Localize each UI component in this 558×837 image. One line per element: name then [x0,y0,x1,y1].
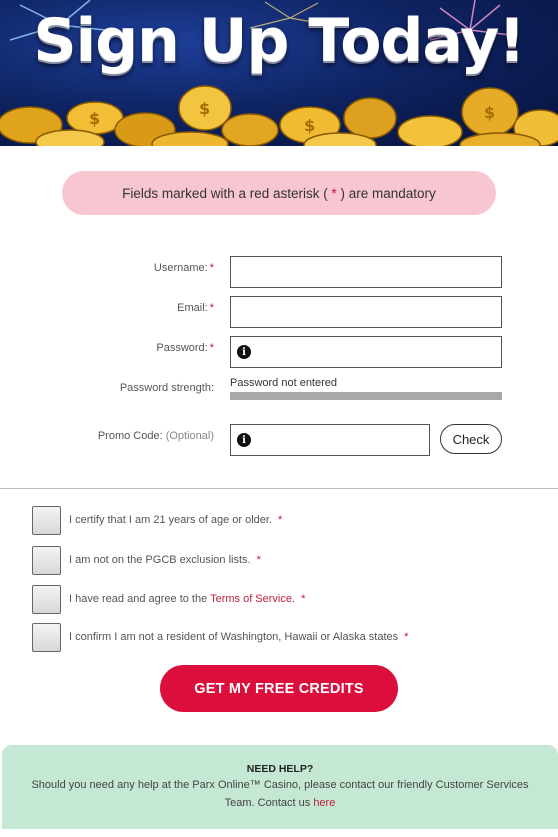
svg-text:$: $ [89,109,100,128]
terms-consent-row: I have read and agree to the Terms of Se… [32,584,305,614]
exclusion-consent-checkbox[interactable] [32,545,61,575]
required-asterisk: * [404,631,409,643]
required-asterisk: * [256,554,261,566]
help-panel: NEED HELP? Should you need any help at t… [2,745,558,829]
promo-label-text: Promo Code: [97,430,163,442]
required-asterisk: * [209,302,214,314]
password-strength-bar [230,392,502,400]
contact-us-link[interactable]: here [313,797,335,809]
promo-optional-text: (Optional) [165,430,214,442]
checkbox-label: I certify that I am 21 years of age or o… [69,514,282,526]
checkbox-text: I certify that I am 21 years of age or o… [69,514,272,526]
username-label: Username: * [154,262,214,274]
email-label-text: Email: [177,302,208,314]
help-text: Should you need any help at the Parx Onl… [2,776,558,812]
exclusion-consent-row: I am not on the PGCB exclusion lists. * [32,545,261,575]
checkbox-text: I am not on the PGCB exclusion lists. [69,554,251,566]
help-title: NEED HELP? [246,763,314,775]
signup-banner: $ $ $ $ Sign Up Today! [0,0,558,146]
promo-code-label: Promo Code: (Optional) [98,430,214,442]
checkbox-text: I have read and agree to the [69,593,211,605]
age-consent-row: I certify that I am 21 years of age or o… [32,505,282,535]
svg-text:$: $ [304,116,315,135]
password-strength-status: Password not entered [230,377,338,389]
password-input[interactable]: i [230,336,502,368]
terms-consent-checkbox[interactable] [32,584,61,614]
age-consent-checkbox[interactable] [32,505,61,535]
svg-text:$: $ [199,99,210,118]
checkbox-text-end: . [292,593,296,605]
password-label-text: Password: [156,342,208,354]
promo-code-input[interactable]: i [230,424,430,456]
check-promo-button[interactable]: Check [440,424,502,454]
required-asterisk: * [209,342,214,354]
get-free-credits-button[interactable]: GET MY FREE CREDITS [160,665,398,712]
password-strength-label: Password strength: [119,382,214,394]
info-icon[interactable]: i [237,345,251,359]
notice-prefix: Fields marked with a red asterisk ( [122,185,332,201]
password-label: Password: * [156,342,214,354]
info-icon[interactable]: i [237,433,251,447]
checkbox-label: I am not on the PGCB exclusion lists. * [69,554,261,566]
section-divider [0,488,558,489]
required-asterisk: * [278,514,283,526]
terms-of-service-link[interactable]: Terms of Service [210,593,292,605]
residency-consent-checkbox[interactable] [32,622,61,652]
notice-suffix: ) are mandatory [336,185,436,201]
svg-text:$: $ [484,103,495,122]
checkbox-text: I confirm I am not a resident of Washing… [69,631,399,643]
page-title: Sign Up Today! [33,6,525,76]
username-input[interactable] [230,256,502,288]
required-asterisk: * [301,593,306,605]
help-body-text: Should you need any help at the Parx Onl… [31,779,529,809]
checkbox-label: I have read and agree to the Terms of Se… [69,593,305,605]
username-label-text: Username: [153,262,208,274]
residency-consent-row: I confirm I am not a resident of Washing… [32,622,408,652]
email-input[interactable] [230,296,502,328]
email-label: Email: * [177,302,214,314]
required-asterisk: * [209,262,214,274]
checkbox-label: I confirm I am not a resident of Washing… [69,631,408,643]
mandatory-notice: Fields marked with a red asterisk ( * ) … [62,171,496,215]
